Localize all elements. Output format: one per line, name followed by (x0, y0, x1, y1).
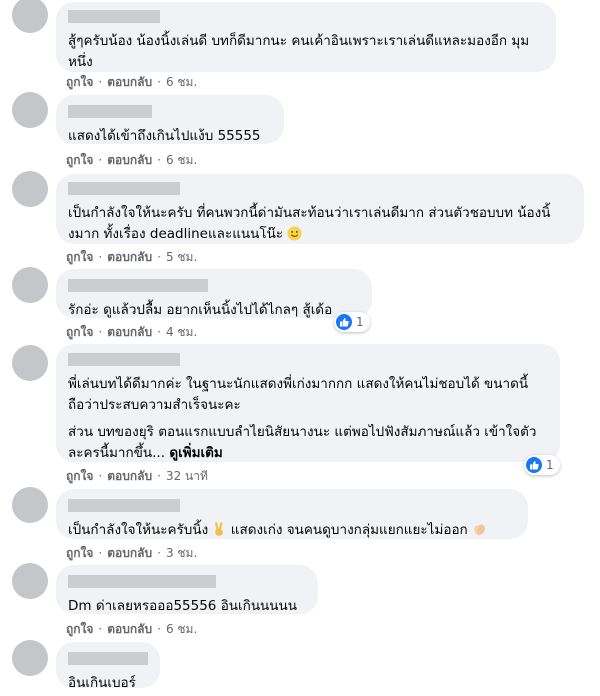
timestamp[interactable]: 3 ชม. (166, 546, 197, 560)
comment-bubble: อินเกินเบอร์ (56, 642, 160, 691)
avatar[interactable] (12, 92, 48, 128)
avatar[interactable] (12, 171, 48, 207)
reply-link[interactable]: ตอบกลับ (107, 75, 152, 89)
comment-actions: ถูกใจ · ตอบกลับ · 32 นาที (66, 469, 208, 483)
comment-actions: ถูกใจ · ตอบกลับ · 6 ชม. (66, 153, 198, 167)
comment-text: สู้ๆครับน้อง น้องนิ้งเล่นดี บทก็ดีมากนะ … (68, 33, 530, 70)
like-link[interactable]: ถูกใจ (66, 469, 93, 483)
comment-bubble: เป็นกำลังใจให้นะครับ ที่คนพวกนี้ด่ามันสะ… (56, 174, 584, 244)
comment-bubble: แสดงได้เข้าถึงเกินไปแง้บ 55555 (56, 95, 284, 144)
comment-text: รักอ่ะ ดูแล้วปลื้ม อยากเห็นนิ้งไปได้ไกลๆ… (68, 302, 333, 318)
like-reaction-icon (526, 457, 542, 473)
redacted-name[interactable] (68, 182, 180, 195)
reaction-count-text: 1 (356, 315, 364, 329)
see-more-link[interactable]: ดูเพิ่มเติม (169, 445, 222, 461)
comment-actions: ถูกใจ · ตอบกลับ · 5 ชม. (66, 250, 198, 264)
comment-text: แสดงได้เข้าถึงเกินไปแง้บ 55555 (68, 128, 261, 144)
redacted-name[interactable] (68, 575, 216, 588)
reply-link[interactable]: ตอบกลับ (107, 250, 152, 264)
redacted-name[interactable] (68, 279, 208, 292)
comment-text: พี่เล่นบทได้ดีมากค่ะ ในฐานะนักแสดงพี่เก่… (68, 376, 537, 461)
timestamp[interactable]: 5 ชม. (166, 250, 197, 264)
redacted-name[interactable] (68, 499, 180, 512)
like-link[interactable]: ถูกใจ (66, 546, 93, 560)
timestamp[interactable]: 4 ชม. (166, 325, 197, 339)
comment-bubble: เป็นกำลังใจให้นะครับนิ้ง แสดงเก่ง จนคนดู… (56, 489, 528, 539)
comment-actions: ถูกใจ · ตอบกลับ · 3 ชม. (66, 546, 198, 560)
avatar[interactable] (12, 640, 48, 676)
victory-hand-emoji-icon (215, 522, 224, 536)
comment-bubble: Dm ด่าเลยหรอออ55556 อินเกินนนนน (56, 565, 318, 614)
like-link[interactable]: ถูกใจ (66, 325, 93, 339)
avatar[interactable] (12, 0, 48, 33)
reply-link[interactable]: ตอบกลับ (107, 469, 152, 483)
smile-emoji-icon (287, 226, 302, 241)
comment-actions: ถูกใจ · ตอบกลับ · 6 ชม. (66, 622, 198, 636)
like-reaction-icon (336, 314, 352, 330)
timestamp[interactable]: 6 ชม. (166, 75, 197, 89)
like-link[interactable]: ถูกใจ (66, 75, 93, 89)
like-link[interactable]: ถูกใจ (66, 250, 93, 264)
comment-text: เป็นกำลังใจให้นะครับ ที่คนพวกนี้ด่ามันสะ… (68, 205, 551, 242)
redacted-name[interactable] (68, 105, 152, 118)
reaction-count[interactable]: 1 (334, 312, 370, 332)
reply-link[interactable]: ตอบกลับ (107, 153, 152, 167)
comment-text: เป็นกำลังใจให้นะครับนิ้ง แสดงเก่ง จนคนดู… (68, 520, 516, 541)
comment-text: Dm ด่าเลยหรอออ55556 อินเกินนนนน (68, 598, 297, 614)
timestamp[interactable]: 32 นาที (166, 469, 208, 483)
clapping-hands-emoji-icon (474, 524, 485, 536)
comment-text: อินเกินเบอร์ (68, 675, 136, 691)
avatar[interactable] (12, 345, 48, 381)
reply-link[interactable]: ตอบกลับ (107, 546, 152, 560)
like-link[interactable]: ถูกใจ (66, 622, 93, 636)
comment-bubble: รักอ่ะ ดูแล้วปลื้ม อยากเห็นนิ้งไปได้ไกลๆ… (56, 269, 372, 318)
comment-actions: ถูกใจ · ตอบกลับ · 6 ชม. (66, 75, 198, 89)
reaction-count[interactable]: 1 (524, 455, 560, 475)
comment-actions: ถูกใจ · ตอบกลับ · 4 ชม. (66, 325, 198, 339)
redacted-name[interactable] (68, 353, 180, 366)
avatar[interactable] (12, 487, 48, 523)
avatar[interactable] (12, 563, 48, 599)
comment-bubble: สู้ๆครับน้อง น้องนิ้งเล่นดี บทก็ดีมากนะ … (56, 2, 556, 72)
avatar[interactable] (12, 267, 48, 303)
redacted-name[interactable] (68, 652, 148, 665)
like-link[interactable]: ถูกใจ (66, 153, 93, 167)
reply-link[interactable]: ตอบกลับ (107, 325, 152, 339)
reply-link[interactable]: ตอบกลับ (107, 622, 152, 636)
redacted-name[interactable] (68, 10, 160, 23)
comment-bubble: พี่เล่นบทได้ดีมากค่ะ ในฐานะนักแสดงพี่เก่… (56, 344, 560, 462)
timestamp[interactable]: 6 ชม. (166, 622, 197, 636)
reaction-count-text: 1 (546, 458, 554, 472)
timestamp[interactable]: 6 ชม. (166, 153, 197, 167)
